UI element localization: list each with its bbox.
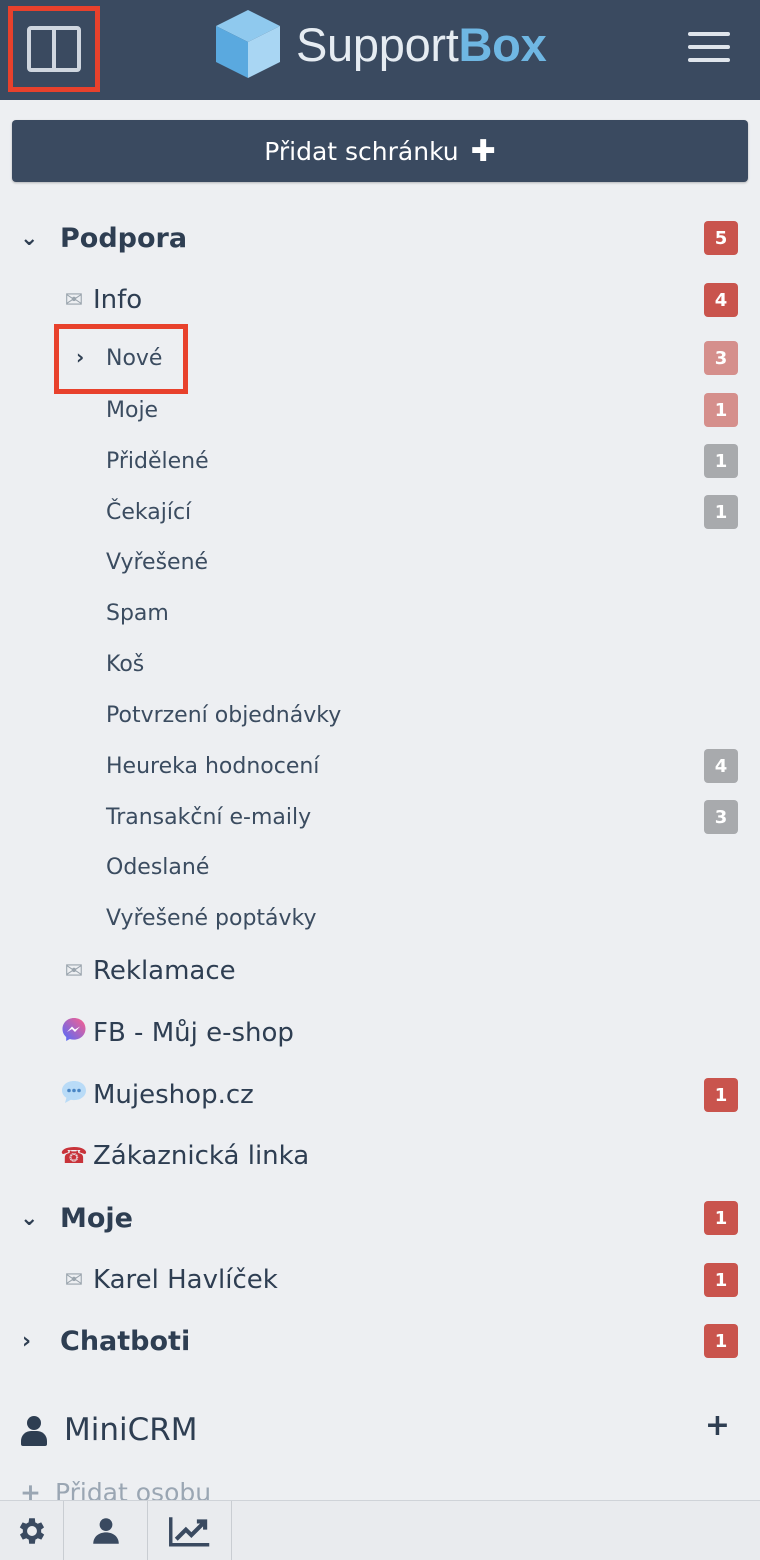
folder-label: Čekající bbox=[106, 499, 192, 525]
envelope-icon: ✉ bbox=[64, 958, 84, 984]
plus-icon: ✚ bbox=[470, 133, 496, 169]
folder-label: Vyřešené bbox=[106, 549, 209, 575]
group-label: Podpora bbox=[60, 222, 188, 254]
inbox-label: Mujeshop.cz bbox=[93, 1080, 254, 1110]
telephone-icon: ☎ bbox=[60, 1143, 88, 1169]
folder-kos[interactable]: Koš bbox=[0, 640, 760, 688]
count-badge: 3 bbox=[704, 800, 738, 834]
folder-moje[interactable]: Moje 1 bbox=[0, 386, 760, 434]
inbox-zakaznicka-linka[interactable]: ☎ Zákaznická linka bbox=[0, 1132, 760, 1180]
group-label: Moje bbox=[60, 1202, 133, 1234]
folder-vyresene[interactable]: Vyřešené bbox=[0, 538, 760, 586]
chevron-down-icon: ⌄ bbox=[20, 225, 39, 251]
person-icon bbox=[20, 1416, 48, 1446]
count-badge: 1 bbox=[704, 444, 738, 478]
settings-button[interactable] bbox=[0, 1501, 64, 1560]
folder-label: Koš bbox=[106, 651, 145, 677]
count-badge: 3 bbox=[704, 341, 738, 375]
folder-transakcni-emaily[interactable]: Transakční e-maily 3 bbox=[0, 793, 760, 841]
messenger-icon bbox=[58, 1016, 90, 1050]
inbox-label: Reklamace bbox=[93, 956, 236, 986]
folder-label: Přidělené bbox=[106, 448, 209, 474]
inbox-reklamace[interactable]: ✉ Reklamace bbox=[0, 947, 760, 995]
logo-text: SupportBox bbox=[296, 17, 547, 71]
profile-button[interactable] bbox=[64, 1501, 148, 1560]
inbox-label: Info bbox=[93, 285, 143, 315]
folder-odeslane[interactable]: Odeslané bbox=[0, 843, 760, 891]
folder-label: Spam bbox=[106, 600, 169, 626]
group-label: Chatboti bbox=[60, 1325, 191, 1357]
count-badge: 1 bbox=[704, 1263, 738, 1297]
inbox-label: FB - Můj e-shop bbox=[93, 1018, 294, 1048]
group-moje[interactable]: ⌄ Moje 1 bbox=[0, 1194, 760, 1242]
gear-icon bbox=[19, 1518, 44, 1544]
chevron-down-icon: ⌄ bbox=[20, 1205, 39, 1231]
envelope-icon: ✉ bbox=[64, 287, 84, 313]
folder-label: Potvrzení objednávky bbox=[106, 702, 342, 728]
folder-potvrzeni-objednavky[interactable]: Potvrzení objednávky bbox=[0, 691, 760, 739]
panel-toggle-icon bbox=[27, 26, 81, 72]
group-chatboti[interactable]: › Chatboti 1 bbox=[0, 1317, 760, 1365]
minicrm-section: MiniCRM + bbox=[0, 1400, 760, 1460]
person-icon bbox=[92, 1518, 119, 1544]
count-badge: 5 bbox=[704, 221, 738, 255]
count-badge: 1 bbox=[704, 1201, 738, 1235]
inbox-info[interactable]: ✉ Info 4 bbox=[0, 276, 760, 324]
group-podpora[interactable]: ⌄ Podpora 5 bbox=[0, 214, 760, 262]
folder-label: Transakční e-maily bbox=[106, 804, 312, 830]
folder-spam[interactable]: Spam bbox=[0, 589, 760, 637]
minicrm-title: MiniCRM bbox=[64, 1412, 198, 1448]
inbox-label: Zákaznická linka bbox=[93, 1141, 310, 1171]
add-plus-icon[interactable]: + bbox=[705, 1408, 730, 1443]
top-bar: SupportBox bbox=[0, 0, 760, 100]
count-badge: 1 bbox=[704, 1324, 738, 1358]
menu-icon[interactable] bbox=[688, 32, 730, 62]
folder-heureka-hodnoceni[interactable]: Heureka hodnocení 4 bbox=[0, 742, 760, 790]
panel-toggle-button[interactable] bbox=[8, 6, 100, 92]
chevron-right-icon: › bbox=[22, 1328, 32, 1354]
bottom-toolbar bbox=[0, 1500, 760, 1560]
supportbox-logo[interactable]: SupportBox bbox=[212, 6, 547, 82]
folder-label: Moje bbox=[106, 397, 159, 423]
inbox-mujeshop[interactable]: Mujeshop.cz 1 bbox=[0, 1071, 760, 1119]
folder-label: Vyřešené poptávky bbox=[106, 905, 317, 931]
inbox-fb[interactable]: FB - Můj e-shop bbox=[0, 1009, 760, 1057]
envelope-icon: ✉ bbox=[64, 1267, 84, 1293]
folder-pridelene[interactable]: Přidělené 1 bbox=[0, 437, 760, 485]
add-mailbox-label: Přidat schránku bbox=[264, 136, 459, 166]
folder-vyresene-poptavky[interactable]: Vyřešené poptávky bbox=[0, 894, 760, 942]
folder-cekajici[interactable]: Čekající 1 bbox=[0, 488, 760, 536]
folder-label: Odeslané bbox=[106, 854, 210, 880]
inbox-label: Karel Havlíček bbox=[93, 1265, 278, 1295]
count-badge: 4 bbox=[704, 749, 738, 783]
count-badge: 4 bbox=[704, 283, 738, 317]
statistics-button[interactable] bbox=[148, 1501, 232, 1560]
folder-label: Nové bbox=[106, 345, 163, 371]
chart-icon bbox=[168, 1517, 209, 1547]
count-badge: 1 bbox=[704, 1078, 738, 1112]
folder-label: Heureka hodnocení bbox=[106, 753, 320, 779]
folder-nove[interactable]: Nové 3 bbox=[0, 334, 760, 382]
count-badge: 1 bbox=[704, 495, 738, 529]
inbox-karel-havlicek[interactable]: ✉ Karel Havlíček 1 bbox=[0, 1256, 760, 1304]
count-badge: 1 bbox=[704, 393, 738, 427]
add-mailbox-button[interactable]: Přidat schránku ✚ bbox=[12, 120, 748, 182]
cube-logo-icon bbox=[216, 10, 280, 78]
chat-bubble-icon bbox=[58, 1079, 90, 1111]
